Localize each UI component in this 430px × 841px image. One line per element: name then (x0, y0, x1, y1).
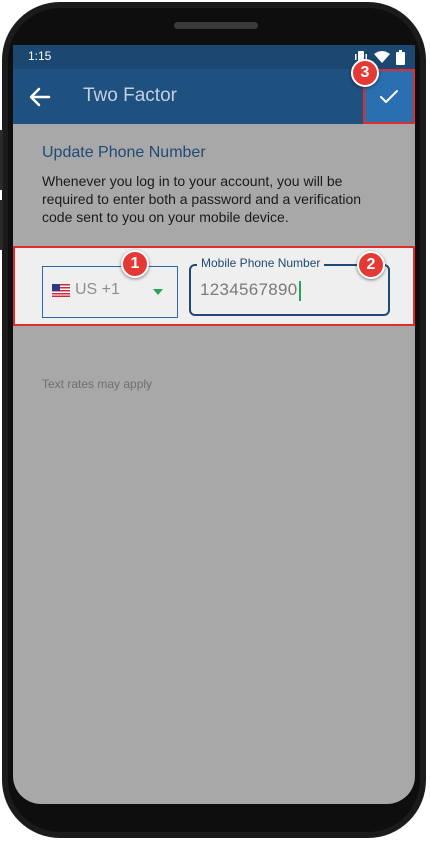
page-title: Two Factor (83, 85, 177, 106)
back-arrow-icon[interactable] (27, 84, 53, 110)
screen: 1:15 Two Factor Update Phone Number When… (13, 45, 415, 804)
wifi-icon (374, 51, 390, 63)
power-button (0, 200, 3, 250)
speaker-grille (174, 22, 258, 29)
status-time: 1:15 (28, 49, 52, 63)
annotation-badge-1: 1 (121, 250, 149, 278)
section-title: Update Phone Number (42, 144, 206, 161)
dropdown-caret-icon (153, 289, 163, 295)
phone-number-label: Mobile Phone Number (197, 256, 325, 270)
phone-number-input[interactable]: 1234567890 (200, 280, 301, 301)
rates-note: Text rates may apply (42, 377, 153, 391)
annotation-badge-3: 3 (351, 59, 379, 87)
check-icon (380, 89, 398, 103)
annotation-badge-2: 2 (357, 251, 385, 279)
content-area: Update Phone Number Whenever you log in … (13, 124, 415, 804)
battery-icon (396, 49, 405, 65)
volume-button (0, 130, 3, 190)
country-code-select[interactable]: US +1 (42, 266, 178, 318)
us-flag-icon (52, 284, 70, 297)
description-text: Whenever you log in to your account, you… (42, 173, 362, 225)
phone-form-row: US +1 Mobile Phone Number 1234567890 (13, 246, 415, 326)
phone-number-value: 1234567890 (200, 280, 298, 299)
text-cursor (298, 280, 301, 301)
country-code-value: US +1 (75, 281, 120, 298)
